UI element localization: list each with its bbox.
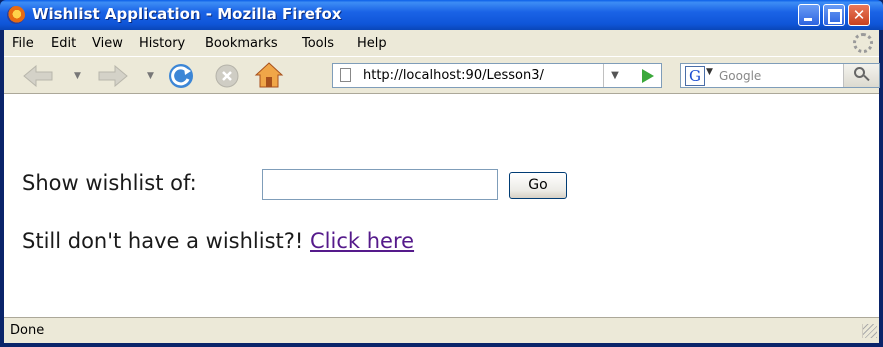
url-history-dropdown-icon[interactable]: ▼ (603, 64, 626, 87)
no-wishlist-text: Still don't have a wishlist?! (22, 229, 304, 253)
browser-window: Wishlist Application - Mozilla Firefox ✕… (0, 0, 883, 347)
maximize-icon (828, 9, 842, 24)
navigation-toolbar: ▼ ▼ http://localhost:90/Lesson3/ ▼ G ▼ G… (4, 56, 880, 94)
page-content (4, 94, 879, 317)
click-here-link[interactable]: Click here (310, 229, 414, 253)
back-history-dropdown-icon[interactable]: ▼ (74, 71, 81, 81)
address-input[interactable]: http://localhost:90/Lesson3/ (363, 68, 544, 83)
throbber-icon (853, 33, 873, 53)
stop-icon[interactable] (214, 63, 240, 89)
close-button[interactable]: ✕ (848, 4, 870, 26)
address-bar[interactable]: http://localhost:90/Lesson3/ ▼ (332, 63, 662, 88)
minimize-button[interactable] (798, 4, 820, 26)
firefox-icon (7, 6, 25, 24)
go-arrow-icon[interactable] (642, 69, 654, 83)
forward-arrow-icon[interactable] (89, 65, 129, 87)
menu-view[interactable]: View (92, 36, 123, 51)
menu-bar: File Edit View History Bookmarks Tools H… (4, 30, 879, 56)
search-button[interactable] (843, 64, 879, 87)
search-box[interactable]: G ▼ Google (680, 63, 880, 88)
search-engine-dropdown-icon[interactable]: ▼ (706, 67, 713, 77)
show-wishlist-label: Show wishlist of: (22, 171, 197, 195)
home-icon[interactable] (254, 61, 284, 89)
close-icon: ✕ (852, 6, 866, 24)
menu-history[interactable]: History (139, 36, 185, 51)
minimize-icon (804, 18, 812, 21)
wishlist-name-input[interactable] (262, 169, 498, 200)
forward-history-dropdown-icon[interactable]: ▼ (147, 71, 154, 81)
reload-icon[interactable] (166, 62, 196, 90)
search-input[interactable]: Google (719, 69, 761, 83)
status-bar: Done (4, 317, 879, 343)
go-button[interactable]: Go (509, 172, 567, 199)
resize-grip-icon[interactable] (862, 324, 877, 338)
window-title: Wishlist Application - Mozilla Firefox (32, 5, 342, 23)
page-icon (340, 68, 351, 82)
menu-edit[interactable]: Edit (51, 36, 76, 51)
back-arrow-icon[interactable] (22, 65, 62, 87)
title-bar[interactable]: Wishlist Application - Mozilla Firefox ✕ (0, 0, 883, 30)
status-text: Done (10, 323, 45, 338)
no-wishlist-line: Still don't have a wishlist?! Click here (22, 229, 414, 253)
search-engine-icon[interactable]: G (685, 66, 705, 86)
menu-tools[interactable]: Tools (302, 36, 334, 51)
maximize-button[interactable] (823, 4, 845, 26)
menu-bookmarks[interactable]: Bookmarks (205, 36, 278, 51)
menu-file[interactable]: File (12, 36, 34, 51)
menu-help[interactable]: Help (357, 36, 387, 51)
